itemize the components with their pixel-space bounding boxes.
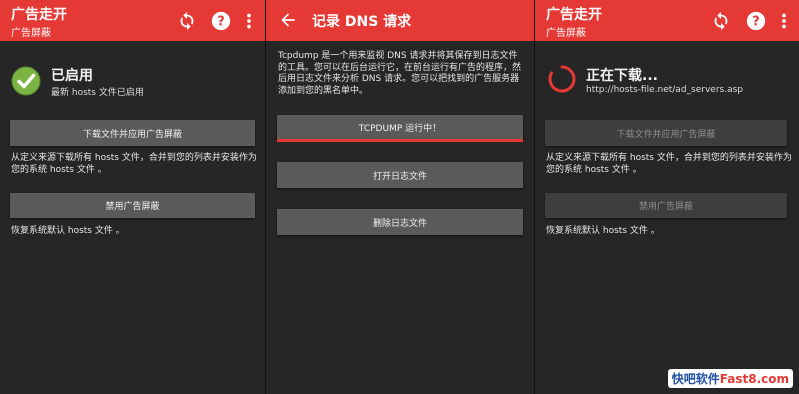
app-title: 广告走开 bbox=[11, 7, 67, 23]
svg-text:?: ? bbox=[217, 15, 224, 30]
status-title: 已启用 bbox=[51, 68, 93, 84]
refresh-icon[interactable] bbox=[176, 10, 198, 32]
back-arrow-icon[interactable] bbox=[278, 10, 298, 30]
adaway-main-panel: 广告走开 广告屏蔽 ? 已启用 最新 hosts 文件已启用 下载文件并应用广告… bbox=[0, 0, 265, 394]
refresh-icon[interactable] bbox=[710, 10, 732, 32]
download-description: 从定义来源下载所有 hosts 文件，合并到您的列表并安装作为您的系统 host… bbox=[546, 153, 792, 175]
disable-adblock-button[interactable]: 禁用广告屏蔽 bbox=[10, 193, 255, 218]
loading-spinner-icon bbox=[548, 65, 576, 93]
help-icon[interactable]: ? bbox=[745, 10, 767, 32]
app-subtitle: 广告屏蔽 bbox=[11, 28, 51, 39]
status-subtitle: http://hosts-file.net/ad_servers.asp bbox=[586, 85, 743, 95]
watermark-domain: Fast8.com bbox=[719, 372, 789, 386]
running-indicator bbox=[277, 139, 523, 142]
status-title: 正在下载... bbox=[586, 68, 658, 84]
tcpdump-toggle-button[interactable]: TCPDUMP 运行中！ bbox=[277, 115, 523, 139]
app-title: 广告走开 bbox=[546, 7, 602, 23]
watermark-logo: 快吧软件Fast8.com bbox=[667, 369, 793, 388]
disable-description: 恢复系统默认 hosts 文件 。 bbox=[546, 226, 660, 236]
watermark-brand: 快吧软件 bbox=[671, 372, 720, 386]
download-description: 从定义来源下载所有 hosts 文件，合并到您的列表并安装作为您的系统 host… bbox=[11, 153, 257, 175]
svg-text:?: ? bbox=[752, 15, 759, 30]
app-subtitle: 广告屏蔽 bbox=[546, 28, 586, 39]
app-bar: 广告走开 广告屏蔽 ? bbox=[535, 0, 799, 41]
delete-log-button[interactable]: 删除日志文件 bbox=[277, 209, 523, 235]
overflow-menu-icon[interactable] bbox=[238, 10, 260, 32]
download-apply-button[interactable]: 下载文件并应用广告屏蔽 bbox=[10, 120, 255, 146]
overflow-menu-icon[interactable] bbox=[773, 10, 795, 32]
app-bar: 广告走开 广告屏蔽 ? bbox=[0, 0, 265, 41]
tcpdump-panel: 记录 DNS 请求 Tcpdump 是一个用来监视 DNS 请求并将其保存到日志… bbox=[266, 0, 534, 394]
enabled-check-icon bbox=[11, 66, 41, 96]
disable-description: 恢复系统默认 hosts 文件 。 bbox=[11, 226, 125, 236]
status-subtitle: 最新 hosts 文件已启用 bbox=[51, 88, 144, 98]
adaway-downloading-panel: 广告走开 广告屏蔽 ? 正在下载... http://hosts-file.ne… bbox=[535, 0, 799, 394]
download-apply-button: 下载文件并应用广告屏蔽 bbox=[545, 120, 787, 146]
screen-title: 记录 DNS 请求 bbox=[312, 14, 412, 30]
open-log-button[interactable]: 打开日志文件 bbox=[277, 162, 523, 188]
tcpdump-intro: Tcpdump 是一个用来监视 DNS 请求并将其保存到日志文件的工具。您可以在… bbox=[278, 51, 522, 96]
help-icon[interactable]: ? bbox=[210, 10, 232, 32]
disable-adblock-button: 禁用广告屏蔽 bbox=[545, 193, 787, 218]
app-bar: 记录 DNS 请求 bbox=[266, 0, 534, 41]
